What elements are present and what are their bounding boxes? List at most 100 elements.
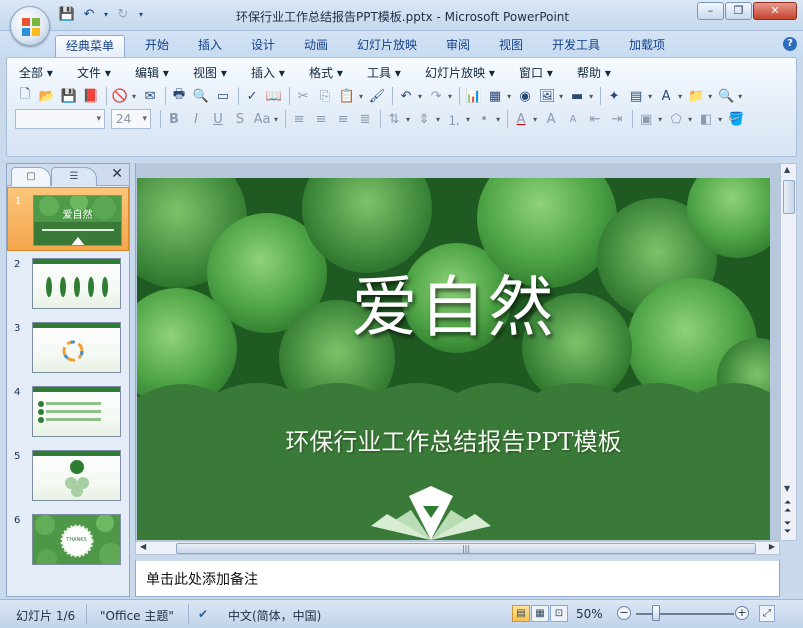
zoom-in-button[interactable]: + [735, 606, 749, 620]
slide-thumbnail[interactable]: 5 [7, 443, 129, 507]
maximize-button[interactable]: ❐ [725, 2, 752, 20]
shrink-font-icon[interactable]: A [563, 109, 583, 129]
close-pane-icon[interactable]: ✕ [111, 166, 123, 182]
language-indicator[interactable]: 中文(简体，中国) [228, 607, 321, 624]
align-text-icon[interactable]: ⇕ [414, 109, 434, 129]
slide-thumbnail[interactable]: 2 [7, 251, 129, 315]
scroll-down-icon[interactable]: ▼ [784, 484, 790, 493]
office-button[interactable] [10, 6, 50, 46]
chevron-down-icon[interactable]: ▾ [658, 115, 662, 124]
print-icon[interactable]: 🖶 [169, 86, 189, 106]
align-center-icon[interactable]: ≡ [311, 109, 331, 129]
vertical-scrollbar[interactable]: ▲ ▼ ⏶ ⏶ ⏷ ⏷ [780, 163, 797, 541]
new-icon[interactable]: 🗋 [15, 86, 35, 106]
table-icon[interactable]: ▦ [485, 86, 505, 106]
menu-insert[interactable]: 插入 ▾ [251, 64, 309, 82]
bold-icon[interactable]: B [164, 109, 184, 129]
spelling-icon[interactable]: ✓ [242, 86, 262, 106]
arrange-icon[interactable]: ▣ [636, 109, 656, 129]
slide-sorter-button[interactable]: ▦ [531, 605, 549, 622]
slideshow-button[interactable]: ⊡ [550, 605, 568, 622]
chevron-down-icon[interactable]: ▾ [359, 92, 363, 101]
chevron-down-icon[interactable]: ▾ [418, 92, 422, 101]
slide-canvas[interactable]: 爱自然 环保行业工作总结报告PPT模板 [137, 178, 770, 540]
color-grayscale-icon[interactable]: ▬ [567, 86, 587, 106]
chevron-down-icon[interactable]: ▾ [496, 115, 500, 124]
font-name-select[interactable] [15, 109, 105, 129]
chevron-down-icon[interactable]: ▾ [688, 115, 692, 124]
slide-thumbnail[interactable]: 4 [7, 379, 129, 443]
tab-slides[interactable]: ▢ [11, 167, 51, 186]
tab-classic-menu[interactable]: 经典菜单 [55, 35, 126, 57]
chevron-down-icon[interactable]: ▾ [507, 92, 511, 101]
menu-slideshow[interactable]: 幻灯片放映 ▾ [425, 64, 519, 82]
slide-thumbnail[interactable]: 1 爱自然 [7, 187, 129, 251]
picture-icon[interactable]: 🖼 [537, 86, 557, 106]
scroll-thumb[interactable]: ||| [176, 543, 756, 554]
chevron-down-icon[interactable]: ▾ [708, 92, 712, 101]
chevron-down-icon[interactable]: ▾ [132, 92, 136, 101]
font-size-select[interactable]: 24 [111, 109, 151, 129]
change-case-icon[interactable]: Aa [252, 109, 272, 129]
zoom-icon[interactable]: 🔍 [716, 86, 736, 106]
next-slide-icon[interactable]: ⏷ ⏷ [784, 520, 791, 537]
chevron-down-icon[interactable]: ▾ [436, 115, 440, 124]
menu-edit[interactable]: 编辑 ▾ [135, 64, 193, 82]
spell-check-icon[interactable]: ✔ [198, 607, 208, 621]
scroll-right-icon[interactable]: ▶ [769, 542, 775, 551]
tab-insert[interactable]: 插入 [198, 35, 222, 57]
tab-animation[interactable]: 动画 [304, 35, 328, 57]
research-icon[interactable]: 📖 [264, 86, 284, 106]
slide-subtitle[interactable]: 环保行业工作总结报告PPT模板 [137, 422, 770, 457]
undo-dropdown-icon[interactable]: ▾ [102, 7, 110, 23]
email-icon[interactable]: ✉ [140, 86, 160, 106]
undo-icon[interactable]: ↶ [396, 86, 416, 106]
fit-to-window-button[interactable]: ⤢ [759, 605, 775, 622]
chevron-down-icon[interactable]: ▾ [533, 115, 537, 124]
previous-slide-icon[interactable]: ⏶ ⏶ [784, 499, 791, 516]
tab-design[interactable]: 设计 [251, 35, 275, 57]
menu-help[interactable]: 帮助 ▾ [577, 64, 635, 82]
horizontal-scrollbar[interactable]: ◀ ||| ▶ [135, 541, 780, 555]
minimize-button[interactable]: – [697, 2, 724, 20]
zoom-slider-thumb[interactable] [652, 605, 660, 621]
redo-icon[interactable]: ↷ [426, 86, 446, 106]
menu-tools[interactable]: 工具 ▾ [367, 64, 425, 82]
shape-fill-icon[interactable]: 🪣 [726, 109, 746, 129]
font-color-icon[interactable]: A [511, 109, 531, 129]
slide-thumbnail[interactable]: 6 THANKS [7, 507, 129, 571]
normal-view-button[interactable]: ▤ [512, 605, 530, 622]
tab-addins[interactable]: 加载项 [629, 35, 665, 57]
save-pdf-icon[interactable]: 📕 [81, 86, 101, 106]
chevron-down-icon[interactable]: ▾ [678, 92, 682, 101]
menu-window[interactable]: 窗口 ▾ [519, 64, 577, 82]
justify-icon[interactable]: ≣ [355, 109, 375, 129]
clipart-icon[interactable]: ◉ [515, 86, 535, 106]
copy-icon[interactable]: ⎘ [315, 86, 335, 106]
slide-title[interactable]: 爱自然 [137, 254, 770, 350]
shadow-icon[interactable]: S [230, 109, 250, 129]
numbering-icon[interactable]: ⒈ [444, 109, 464, 129]
tab-home[interactable]: 开始 [145, 35, 169, 57]
text-box-icon[interactable]: A [656, 86, 676, 106]
scroll-up-icon[interactable]: ▲ [784, 165, 790, 174]
grow-font-icon[interactable]: A [541, 109, 561, 129]
chevron-down-icon[interactable]: ▾ [448, 92, 452, 101]
chevron-down-icon[interactable]: ▾ [559, 92, 563, 101]
permission-icon[interactable]: 🚫 [110, 86, 130, 106]
chevron-down-icon[interactable]: ▾ [738, 92, 742, 101]
customize-qat-icon[interactable]: ▾ [136, 7, 146, 23]
print-preview-icon[interactable]: 🔍 [191, 86, 211, 106]
italic-icon[interactable]: I [186, 109, 206, 129]
cut-icon[interactable]: ✂ [293, 86, 313, 106]
save-icon[interactable]: 💾 [59, 86, 79, 106]
paste-icon[interactable]: 📋 [337, 86, 357, 106]
slide-view-icon[interactable]: ▭ [213, 86, 233, 106]
increase-indent-icon[interactable]: ⇥ [607, 109, 627, 129]
scroll-left-icon[interactable]: ◀ [140, 542, 146, 551]
chevron-down-icon[interactable]: ▾ [466, 115, 470, 124]
zoom-slider-track[interactable] [636, 613, 734, 615]
chevron-down-icon[interactable]: ▾ [589, 92, 593, 101]
bullets-icon[interactable]: • [474, 109, 494, 129]
format-painter-icon[interactable]: 🖌 [367, 86, 387, 106]
